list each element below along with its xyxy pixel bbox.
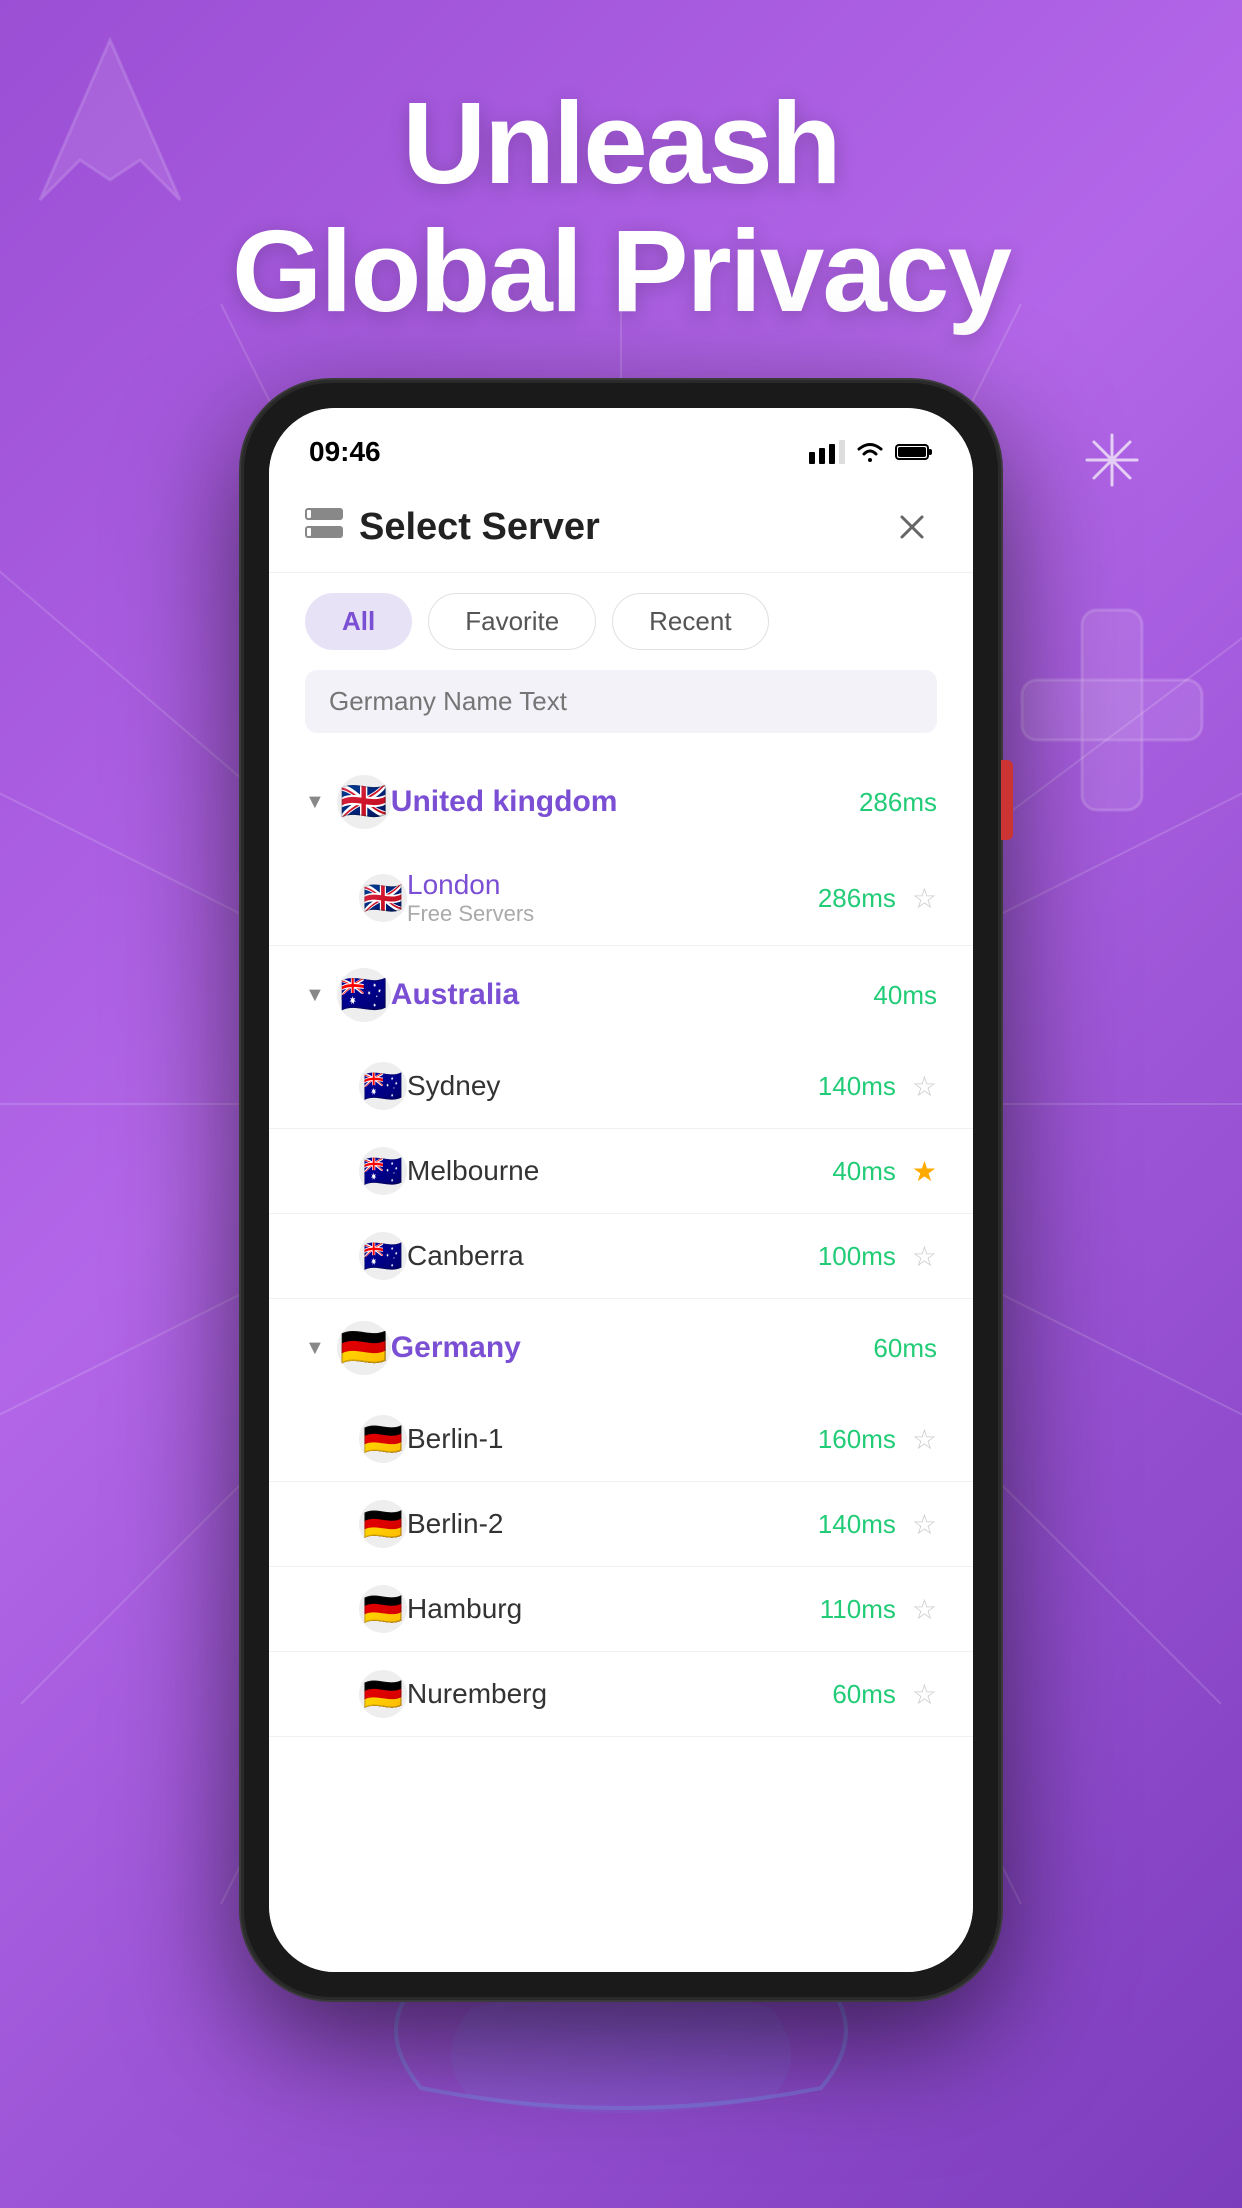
- city-row-nuremberg[interactable]: 🇩🇪 Nuremberg 60ms ☆: [269, 1652, 973, 1737]
- city-row-berlin-1[interactable]: 🇩🇪 Berlin-1 160ms ☆: [269, 1397, 973, 1482]
- city-latency: 60ms: [832, 1679, 896, 1710]
- city-latency: 100ms: [818, 1241, 896, 1272]
- signal-icon: [809, 440, 845, 464]
- city-info: Sydney: [407, 1070, 818, 1102]
- tab-all[interactable]: All: [305, 593, 412, 650]
- country-name: Australia: [391, 978, 874, 1012]
- city-right: 110ms ☆: [820, 1593, 937, 1626]
- city-info: Nuremberg: [407, 1678, 832, 1710]
- status-icons: [809, 440, 933, 464]
- city-name: Hamburg: [407, 1593, 820, 1625]
- city-flag: 🇩🇪: [359, 1670, 407, 1718]
- country-latency: 60ms: [873, 1333, 937, 1364]
- city-latency: 40ms: [832, 1156, 896, 1187]
- city-subtitle: Free Servers: [407, 901, 818, 927]
- city-right: 286ms ☆: [818, 882, 937, 915]
- country-header-germany[interactable]: ▼ 🇩🇪 Germany 60ms: [269, 1299, 973, 1397]
- city-info: Berlin-1: [407, 1423, 818, 1455]
- city-right: 60ms ☆: [832, 1678, 937, 1711]
- city-name: Berlin-2: [407, 1508, 818, 1540]
- country-latency: 286ms: [859, 787, 937, 818]
- tab-recent[interactable]: Recent: [612, 593, 768, 650]
- app-content: Select Server All Favorite Recent: [269, 478, 973, 1972]
- wifi-icon: [855, 440, 885, 464]
- city-flag: 🇩🇪: [359, 1500, 407, 1548]
- city-name: Sydney: [407, 1070, 818, 1102]
- chevron-icon: ▼: [305, 791, 325, 814]
- hero-headline: Unleash Global Privacy: [0, 80, 1242, 335]
- city-flag: 🇩🇪: [359, 1585, 407, 1633]
- city-name: Nuremberg: [407, 1678, 832, 1710]
- search-bar: [305, 670, 937, 733]
- tab-favorite[interactable]: Favorite: [428, 593, 596, 650]
- country-flag: 🇬🇧: [337, 775, 391, 829]
- city-latency: 140ms: [818, 1509, 896, 1540]
- city-row-canberra[interactable]: 🇦🇺 Canberra 100ms ☆: [269, 1214, 973, 1299]
- country-name: United kingdom: [391, 785, 859, 819]
- bg-shape-right-svg: [1012, 600, 1212, 820]
- city-info: Melbourne: [407, 1155, 832, 1187]
- header-title: Select Server: [359, 506, 600, 549]
- country-latency: 40ms: [873, 980, 937, 1011]
- city-latency: 160ms: [818, 1424, 896, 1455]
- star-inactive[interactable]: ☆: [912, 1678, 937, 1711]
- phone-mockup: 09:46: [241, 380, 1001, 2000]
- city-info: Hamburg: [407, 1593, 820, 1625]
- city-latency: 286ms: [818, 883, 896, 914]
- city-row-sydney[interactable]: 🇦🇺 Sydney 140ms ☆: [269, 1044, 973, 1129]
- app-header: Select Server: [269, 478, 973, 573]
- country-flag: 🇦🇺: [337, 968, 391, 1022]
- city-right: 140ms ☆: [818, 1070, 937, 1103]
- city-row-london[interactable]: 🇬🇧 London Free Servers 286ms ☆: [269, 851, 973, 946]
- city-latency: 110ms: [820, 1594, 896, 1625]
- city-flag: 🇩🇪: [359, 1415, 407, 1463]
- phone-frame: 09:46: [241, 380, 1001, 2000]
- city-flag: 🇦🇺: [359, 1062, 407, 1110]
- star-inactive[interactable]: ☆: [912, 1070, 937, 1103]
- city-right: 100ms ☆: [818, 1240, 937, 1273]
- city-row-melbourne[interactable]: 🇦🇺 Melbourne 40ms ★: [269, 1129, 973, 1214]
- bg-spark-svg: [1082, 430, 1142, 490]
- server-icon: [305, 508, 343, 547]
- city-flag: 🇬🇧: [359, 874, 407, 922]
- city-latency: 140ms: [818, 1071, 896, 1102]
- country-header-australia[interactable]: ▼ 🇦🇺 Australia 40ms: [269, 946, 973, 1044]
- city-name: Berlin-1: [407, 1423, 818, 1455]
- battery-icon: [895, 442, 933, 462]
- city-info: London Free Servers: [407, 869, 818, 927]
- status-time: 09:46: [309, 436, 381, 468]
- city-right: 160ms ☆: [818, 1423, 937, 1456]
- search-input[interactable]: [329, 686, 913, 717]
- country-flag: 🇩🇪: [337, 1321, 391, 1375]
- star-inactive[interactable]: ☆: [912, 1593, 937, 1626]
- city-name: London: [407, 869, 818, 901]
- city-row-berlin-2[interactable]: 🇩🇪 Berlin-2 140ms ☆: [269, 1482, 973, 1567]
- city-name: Canberra: [407, 1240, 818, 1272]
- city-right: 140ms ☆: [818, 1508, 937, 1541]
- city-info: Canberra: [407, 1240, 818, 1272]
- filter-tabs: All Favorite Recent: [269, 573, 973, 670]
- city-info: Berlin-2: [407, 1508, 818, 1540]
- city-name: Melbourne: [407, 1155, 832, 1187]
- star-inactive[interactable]: ☆: [912, 1508, 937, 1541]
- city-row-hamburg[interactable]: 🇩🇪 Hamburg 110ms ☆: [269, 1567, 973, 1652]
- star-active[interactable]: ★: [912, 1155, 937, 1188]
- status-bar: 09:46: [269, 408, 973, 478]
- chevron-icon: ▼: [305, 1337, 325, 1360]
- city-flag: 🇦🇺: [359, 1232, 407, 1280]
- city-right: 40ms ★: [832, 1155, 937, 1188]
- star-inactive[interactable]: ☆: [912, 882, 937, 915]
- country-name: Germany: [391, 1331, 874, 1365]
- star-inactive[interactable]: ☆: [912, 1423, 937, 1456]
- country-header-united-kingdom[interactable]: ▼ 🇬🇧 United kingdom 286ms: [269, 753, 973, 851]
- header-left: Select Server: [305, 506, 600, 549]
- city-flag: 🇦🇺: [359, 1147, 407, 1195]
- close-button[interactable]: [887, 502, 937, 552]
- star-inactive[interactable]: ☆: [912, 1240, 937, 1273]
- server-list[interactable]: ▼ 🇬🇧 United kingdom 286ms 🇬🇧 London Free…: [269, 753, 973, 1972]
- phone-screen: 09:46: [269, 408, 973, 1972]
- chevron-icon: ▼: [305, 984, 325, 1007]
